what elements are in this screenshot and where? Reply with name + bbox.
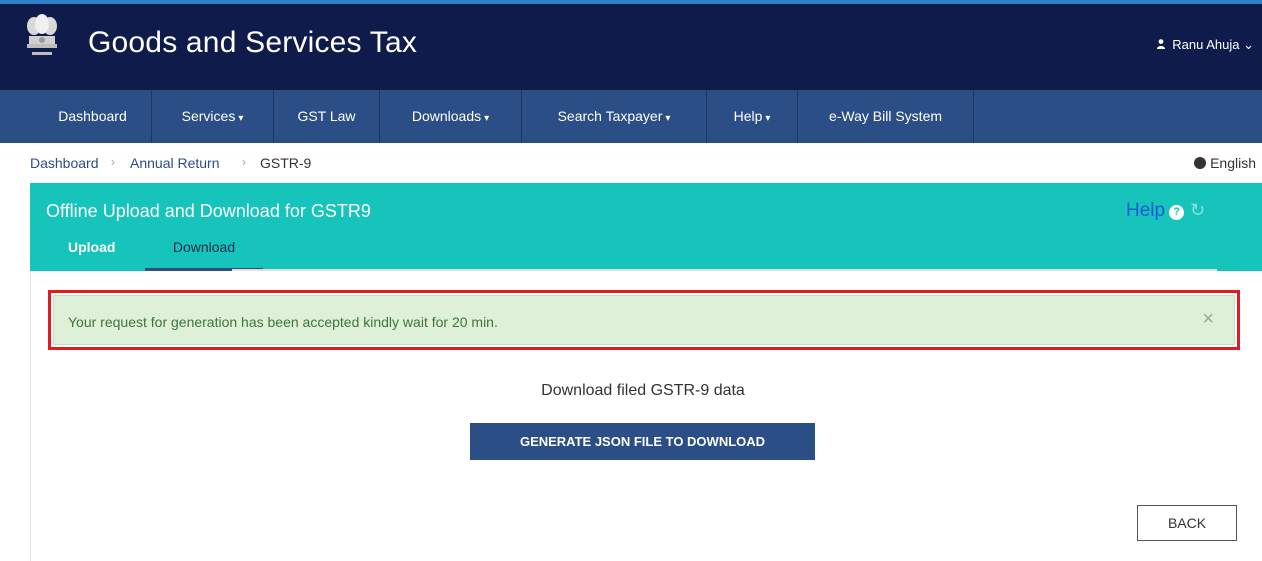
nav-item-label: Search Taxpayer	[557, 108, 663, 124]
nav-item-label: Downloads	[411, 108, 482, 124]
nav-item-label: Help	[733, 108, 763, 124]
tab-download[interactable]: Download	[145, 239, 263, 271]
nav-item-help[interactable]: Help ▾	[707, 90, 798, 143]
caret-down-icon: ▾	[665, 113, 671, 124]
back-button[interactable]: BACK	[1137, 505, 1237, 541]
chevron-down-icon: ⌄	[1243, 37, 1254, 52]
person-icon	[1156, 39, 1165, 49]
breadcrumb: Dashboard › Annual Return › GSTR-9 Engli…	[0, 143, 1262, 183]
caret-down-icon: ▾	[765, 113, 771, 124]
page-title: Offline Upload and Download for GSTR9	[46, 201, 371, 221]
nav-item-eway-bill[interactable]: e-Way Bill System	[798, 90, 974, 143]
breadcrumb-separator: ›	[242, 155, 246, 169]
success-alert: Your request for generation has been acc…	[53, 295, 1235, 345]
nav-item-label: GST Law	[297, 108, 356, 124]
caret-down-icon: ▾	[484, 113, 490, 124]
help-label: Help	[1126, 200, 1166, 221]
nav-item-services[interactable]: Services ▾	[152, 90, 274, 143]
language-selector[interactable]: English	[1194, 155, 1256, 171]
caret-down-icon: ▾	[238, 113, 244, 124]
breadcrumb-separator: ›	[111, 155, 115, 169]
panel-header: Offline Upload and Download for GSTR9 He…	[30, 183, 1262, 271]
alert-message: Your request for generation has been acc…	[68, 314, 498, 330]
refresh-icon[interactable]: ↻	[1190, 200, 1205, 221]
site-title: Goods and Services Tax	[88, 26, 418, 59]
nav-item-downloads[interactable]: Downloads ▾	[380, 90, 522, 143]
tab-upload[interactable]: Upload	[68, 239, 128, 271]
globe-icon	[1194, 157, 1207, 169]
national-emblem-icon	[20, 12, 64, 68]
breadcrumb-annual-return[interactable]: Annual Return	[130, 155, 220, 171]
user-menu[interactable]: Ranu Ahuja ⌄	[1156, 37, 1254, 53]
nav-item-dashboard[interactable]: Dashboard	[34, 90, 152, 143]
close-icon[interactable]: ×	[1202, 309, 1214, 329]
breadcrumb-current: GSTR-9	[260, 155, 312, 171]
nav-item-label: Services	[181, 108, 236, 124]
tab-label: Upload	[68, 239, 116, 255]
main-nav: Dashboard Services ▾ GST Law Downloads ▾ S…	[0, 90, 1262, 143]
question-circle-icon: ?	[1169, 205, 1185, 220]
language-label: English	[1210, 155, 1256, 171]
download-section-title: Download filed GSTR-9 data	[541, 382, 745, 399]
nav-item-label: Dashboard	[58, 108, 127, 124]
nav-item-label: e-Way Bill System	[828, 108, 943, 124]
generate-json-button[interactable]: GENERATE JSON FILE TO DOWNLOAD	[470, 423, 815, 460]
tab-label: Download	[172, 239, 236, 255]
site-header: Goods and Services Tax Ranu Ahuja ⌄	[0, 0, 1262, 90]
user-name: Ranu Ahuja	[1172, 37, 1240, 52]
nav-item-gst-law[interactable]: GST Law	[274, 90, 380, 143]
breadcrumb-dashboard[interactable]: Dashboard	[30, 155, 99, 171]
nav-item-search-taxpayer[interactable]: Search Taxpayer ▾	[522, 90, 707, 143]
help-link[interactable]: Help? ↻	[1126, 200, 1205, 222]
